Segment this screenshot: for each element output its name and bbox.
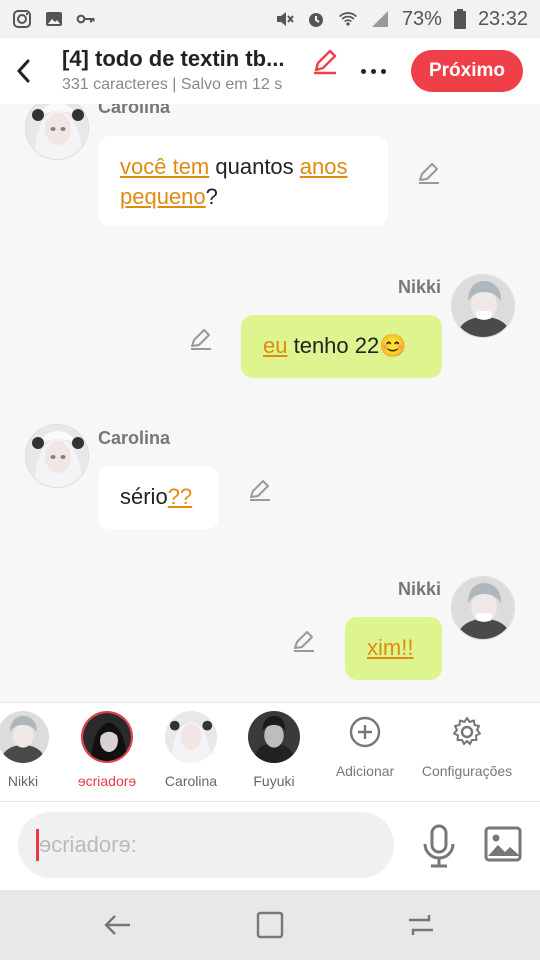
message-bubble[interactable]: eu tenho 22😊 xyxy=(241,315,442,378)
character-label: ɘcriadorɘ xyxy=(77,773,137,789)
character-nikki[interactable]: Nikki xyxy=(0,711,63,789)
gear-icon xyxy=(453,717,481,745)
edit-message-pencil-icon[interactable] xyxy=(188,326,214,352)
system-navigation-bar xyxy=(0,890,540,960)
back-arrow-icon[interactable] xyxy=(102,910,134,940)
title-block: [4] todo de textin tb... 331 caracteres … xyxy=(62,46,302,94)
message-text: quantos xyxy=(209,154,300,179)
save-status: 331 caracteres | Salvo em 12 s xyxy=(62,76,283,93)
speaker-name: Nikki xyxy=(398,579,442,599)
character-carolina[interactable]: Carolina xyxy=(151,711,231,789)
back-button[interactable] xyxy=(0,38,46,104)
keyword-text: eu xyxy=(263,333,288,358)
header: [4] todo de textin tb... 331 caracteres … xyxy=(0,38,540,104)
avatar-nikki[interactable] xyxy=(451,576,515,640)
more-options-button[interactable] xyxy=(354,56,392,86)
settings-button[interactable]: Configurações xyxy=(418,715,516,779)
image-icon[interactable] xyxy=(484,826,522,862)
avatar-nikki[interactable] xyxy=(451,274,515,338)
input-placeholder: ɘcriadorɘ: xyxy=(39,832,137,857)
message-bubble[interactable]: sério?? xyxy=(98,466,219,529)
character-label: Carolina xyxy=(164,773,218,789)
speaker-name: Nikki xyxy=(398,277,442,297)
character-selector: Nikki ɘcriadorɘ Carolina Fuyuki Adiciona… xyxy=(0,702,540,802)
edit-message-pencil-icon[interactable] xyxy=(416,160,442,186)
composer-bar: ɘcriadorɘ: xyxy=(0,802,540,890)
settings-label: Configurações xyxy=(421,763,513,779)
microphone-icon[interactable] xyxy=(420,824,458,868)
instagram-icon xyxy=(13,10,31,28)
character-criadore[interactable]: ɘcriadorɘ xyxy=(67,711,147,789)
clock: 23:32 xyxy=(477,7,528,30)
avatar-carolina[interactable] xyxy=(25,104,89,160)
key-icon xyxy=(76,14,95,24)
page-title: [4] todo de textin tb... xyxy=(62,46,285,71)
add-character-button[interactable]: Adicionar xyxy=(332,715,398,779)
edit-title-pencil-icon[interactable] xyxy=(310,46,340,76)
home-square-icon[interactable] xyxy=(254,910,286,940)
mute-icon xyxy=(276,12,294,26)
battery-percent: 73% xyxy=(401,7,442,30)
character-avatar xyxy=(165,711,217,763)
next-button[interactable]: Próximo xyxy=(411,50,523,92)
message-bubble[interactable]: xim!! xyxy=(345,617,442,680)
avatar-carolina[interactable] xyxy=(25,424,89,488)
character-label: Nikki xyxy=(7,773,39,789)
keyword-text: xim!! xyxy=(367,635,414,660)
edit-message-pencil-icon[interactable] xyxy=(247,477,273,503)
speaker-name: Carolina xyxy=(98,428,171,448)
screen: 73% 23:32 [4] todo de textin tb... 331 c… xyxy=(0,0,540,960)
character-avatar xyxy=(0,711,49,763)
add-label: Adicionar xyxy=(335,763,395,779)
character-fuyuki[interactable]: Fuyuki xyxy=(234,711,314,789)
message-input[interactable]: ɘcriadorɘ: xyxy=(18,812,394,878)
edit-message-pencil-icon[interactable] xyxy=(291,628,317,654)
message-text: tenho 22😊 xyxy=(287,333,407,358)
plus-circle-icon xyxy=(349,716,381,748)
character-label: Fuyuki xyxy=(253,773,295,789)
character-avatar xyxy=(248,711,300,763)
alarm-icon xyxy=(308,13,323,27)
gallery-icon xyxy=(46,12,62,26)
chat-area: Carolina você tem quantos anos pequeno? … xyxy=(0,104,540,702)
chevron-left-icon xyxy=(16,59,30,83)
wifi-icon xyxy=(338,12,357,26)
keyword-text: você tem xyxy=(120,154,210,179)
status-bar: 73% 23:32 xyxy=(0,0,540,38)
message-text: ? xyxy=(205,184,218,209)
speaker-name: Carolina xyxy=(98,104,171,117)
status-right: 73% 23:32 xyxy=(274,8,528,31)
recents-icon[interactable] xyxy=(405,910,437,940)
battery-icon xyxy=(453,9,466,29)
status-left xyxy=(12,9,96,29)
character-avatar xyxy=(81,711,133,763)
signal-icon xyxy=(371,11,388,27)
keyword-text: ?? xyxy=(167,484,193,509)
message-bubble[interactable]: você tem quantos anos pequeno? xyxy=(98,136,388,226)
message-text: sério xyxy=(120,484,168,509)
